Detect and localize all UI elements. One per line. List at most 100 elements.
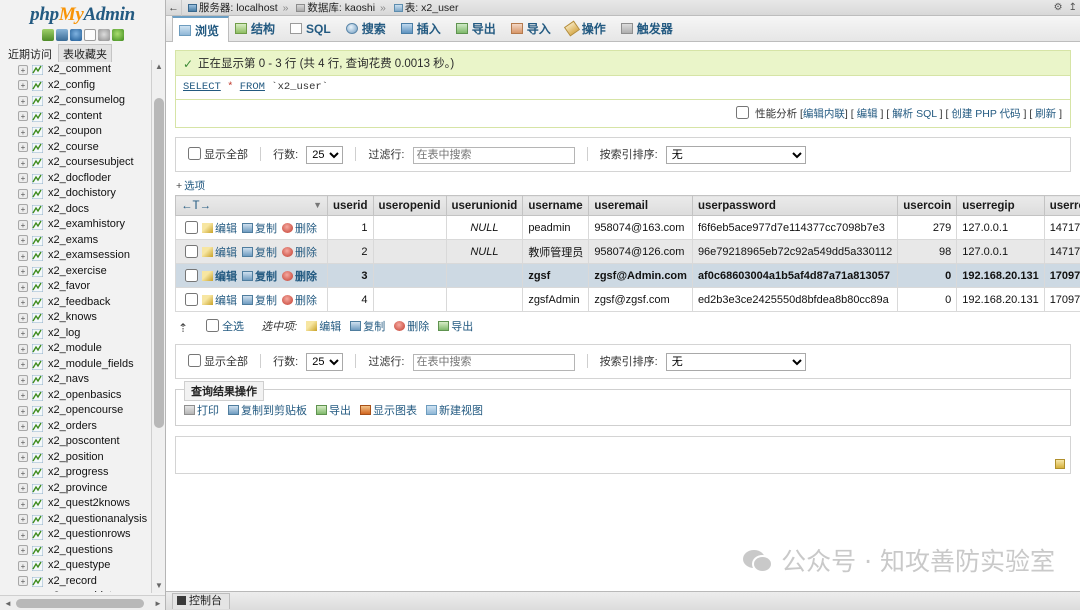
cell-username[interactable]: peadmin bbox=[522, 215, 590, 240]
gear-icon[interactable]: ⚙ bbox=[1054, 2, 1063, 13]
scroll-left-arrow[interactable]: ◄ bbox=[3, 599, 13, 609]
sidebar-vertical-scrollbar[interactable]: ▲ ▼ bbox=[151, 60, 165, 593]
cell-usercoin[interactable]: 279 bbox=[897, 215, 958, 240]
header-useremail[interactable]: useremail bbox=[588, 195, 693, 216]
cell-userid[interactable]: 4 bbox=[327, 287, 374, 312]
cell-useropenid[interactable] bbox=[372, 263, 447, 288]
delete-row-action[interactable]: 删除 bbox=[282, 244, 317, 260]
expand-icon[interactable]: + bbox=[18, 576, 28, 586]
row-checkbox[interactable] bbox=[185, 293, 198, 306]
sidebar-hscroll-thumb[interactable] bbox=[16, 599, 144, 608]
options-toggle[interactable]: + 选项 bbox=[176, 178, 1080, 193]
table-tree-item[interactable]: + x2_favor bbox=[0, 279, 152, 295]
cell-userregtime[interactable]: 1471795200 bbox=[1043, 215, 1080, 240]
table-tree-item[interactable]: + x2_questype bbox=[0, 558, 152, 574]
resize-handle-icon[interactable] bbox=[1055, 459, 1065, 469]
sidebar-horizontal-scrollbar[interactable]: ◄ ► bbox=[0, 595, 165, 610]
cell-useremail[interactable]: 958074@163.com bbox=[588, 215, 693, 240]
expand-icon[interactable]: + bbox=[18, 297, 28, 307]
cell-userregtime[interactable]: 1709796233 bbox=[1043, 287, 1080, 312]
expand-icon[interactable]: + bbox=[18, 80, 28, 90]
cell-userid[interactable]: 2 bbox=[327, 239, 374, 264]
expand-icon[interactable]: + bbox=[18, 591, 28, 592]
table-tree-item[interactable]: + x2_dochistory bbox=[0, 186, 152, 202]
expand-icon[interactable]: + bbox=[18, 111, 28, 121]
cell-useropenid[interactable] bbox=[372, 287, 447, 312]
copy-row-action[interactable]: 复制 bbox=[242, 268, 277, 284]
cell-userunionid[interactable] bbox=[445, 287, 524, 312]
link-create-php[interactable]: 创建 PHP 代码 bbox=[951, 108, 1020, 120]
cell-userregip[interactable]: 192.168.20.131 bbox=[956, 287, 1045, 312]
nav-arrows[interactable]: ←T→ bbox=[181, 200, 211, 212]
qro-clipboard-action[interactable]: 复制到剪贴板 bbox=[228, 402, 307, 418]
cell-usercoin[interactable]: 0 bbox=[897, 263, 958, 288]
rows-select-top[interactable]: 25 bbox=[306, 146, 344, 164]
settings-icon[interactable] bbox=[97, 29, 110, 42]
expand-icon[interactable]: + bbox=[18, 514, 28, 524]
link-refresh[interactable]: 刷新 bbox=[1035, 108, 1056, 120]
expand-icon[interactable]: + bbox=[18, 421, 28, 431]
expand-icon[interactable]: + bbox=[18, 374, 28, 385]
table-tree-item[interactable]: + x2_knows bbox=[0, 310, 152, 326]
executed-sql[interactable]: SELECT * FROM `x2_user` bbox=[175, 76, 1071, 100]
delete-row-action[interactable]: 删除 bbox=[282, 220, 317, 236]
table-tree-item[interactable]: + x2_record bbox=[0, 574, 152, 590]
sidebar-tab-favorites[interactable]: 表收藏夹 bbox=[58, 44, 112, 63]
table-tree-item[interactable]: + x2_examsession bbox=[0, 248, 152, 264]
table-tree-item[interactable]: + x2_examhistory bbox=[0, 217, 152, 233]
expand-icon[interactable]: + bbox=[18, 173, 28, 183]
expand-icon[interactable]: + bbox=[18, 328, 28, 338]
expand-icon[interactable]: + bbox=[18, 390, 28, 400]
check-all-checkbox[interactable] bbox=[206, 319, 220, 332]
table-tree-item[interactable]: + x2_docfloder bbox=[0, 171, 152, 187]
table-tree-item[interactable]: + x2_exercise bbox=[0, 264, 152, 280]
table-tree-item[interactable]: + x2_exams bbox=[0, 233, 152, 249]
table-tree-item[interactable]: + x2_province bbox=[0, 481, 152, 497]
show-all-checkbox-top[interactable] bbox=[188, 147, 201, 160]
expand-icon[interactable]: + bbox=[18, 188, 28, 199]
expand-icon[interactable]: + bbox=[18, 529, 28, 540]
tab-search[interactable]: 搜索 bbox=[340, 16, 395, 42]
expand-icon[interactable]: + bbox=[18, 266, 28, 276]
sidebar-tab-recent[interactable]: 近期访问 bbox=[4, 45, 56, 63]
cell-userregtime[interactable]: 1709795218 bbox=[1043, 263, 1080, 288]
table-tree-item[interactable]: + x2_docs bbox=[0, 202, 152, 218]
sidebar-scroll-thumb[interactable] bbox=[154, 98, 164, 428]
breadcrumb-server[interactable]: 服务器: localhost bbox=[187, 2, 281, 14]
cell-username[interactable]: zgsfAdmin bbox=[522, 287, 590, 312]
check-all-label[interactable]: 全选 bbox=[222, 321, 244, 333]
console-button[interactable]: 控制台 bbox=[172, 593, 230, 609]
server-icon[interactable] bbox=[55, 29, 68, 42]
edit-row-action[interactable]: 编辑 bbox=[202, 244, 237, 260]
scroll-right-arrow[interactable]: ► bbox=[153, 599, 163, 609]
back-button[interactable]: ← bbox=[166, 0, 182, 16]
expand-icon[interactable]: + bbox=[18, 483, 28, 493]
table-tree-item[interactable]: + x2_config bbox=[0, 78, 152, 94]
expand-icon[interactable]: + bbox=[18, 250, 28, 261]
table-tree-item[interactable]: + x2_consumelog bbox=[0, 93, 152, 109]
row-checkbox[interactable] bbox=[185, 245, 198, 258]
expand-icon[interactable]: + bbox=[18, 157, 28, 168]
table-tree-item[interactable]: + x2_progress bbox=[0, 465, 152, 481]
header-userunionid[interactable]: userunionid bbox=[445, 195, 524, 216]
qro-chart-action[interactable]: 显示图表 bbox=[360, 402, 417, 418]
expand-icon[interactable]: + bbox=[18, 95, 28, 106]
cell-userunionid[interactable] bbox=[445, 263, 524, 288]
expand-icon[interactable]: + bbox=[18, 467, 28, 478]
select-all-arrow-icon[interactable]: ⇡ bbox=[178, 322, 191, 334]
table-tree-item[interactable]: + x2_comment bbox=[0, 62, 152, 78]
expand-icon[interactable]: + bbox=[18, 436, 28, 447]
table-tree-item[interactable]: + x2_module_fields bbox=[0, 357, 152, 373]
expand-icon[interactable]: + bbox=[18, 312, 28, 323]
expand-icon[interactable]: + bbox=[18, 343, 28, 354]
filter-input-top[interactable] bbox=[412, 146, 575, 164]
table-tree-item[interactable]: + x2_log bbox=[0, 326, 152, 342]
table-row[interactable]: 编辑 复制 删除 1 NULL peadmin 958074@163.com f6f6eb5a… bbox=[175, 215, 1080, 240]
cell-useremail[interactable]: zgsf@Admin.com bbox=[588, 263, 693, 288]
header-username[interactable]: username bbox=[522, 195, 590, 216]
rows-select-bottom[interactable]: 25 bbox=[306, 353, 344, 371]
link-edit[interactable]: 编辑 bbox=[857, 108, 878, 120]
table-tree-item[interactable]: + x2_questionanalysis bbox=[0, 512, 152, 528]
bulk-delete-action[interactable]: 删除 bbox=[394, 318, 429, 334]
qro-new-view-action[interactable]: 新建视图 bbox=[426, 402, 483, 418]
